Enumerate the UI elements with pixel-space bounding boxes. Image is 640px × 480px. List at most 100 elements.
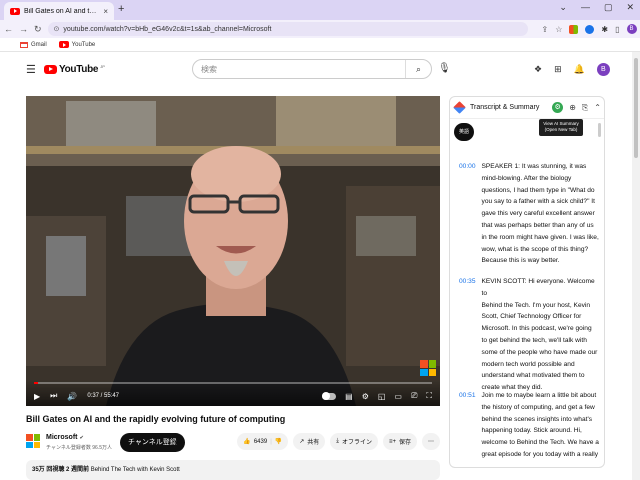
youtube-icon bbox=[58, 41, 69, 48]
address-bar[interactable]: ⊙ youtube.com/watch?v=bHb_eG46v2c&t=1s&a… bbox=[47, 22, 528, 36]
minimize-icon[interactable]: — bbox=[581, 2, 590, 13]
share-button[interactable]: ↗ 共有 bbox=[293, 433, 326, 450]
collapse-chevron-icon[interactable]: ⌃ bbox=[594, 103, 601, 112]
transcript-segment[interactable]: 00:51 Join me to maybe learn a little bi… bbox=[459, 390, 599, 462]
more-actions-button[interactable]: ⋯ bbox=[422, 433, 440, 450]
browser-tab-strip: Bill Gates on AI and the rapidly evolvi … bbox=[0, 0, 640, 20]
channel-avatar[interactable] bbox=[26, 434, 40, 448]
video-frame-illustration bbox=[26, 96, 440, 406]
transcript-panel-title: Transcript & Summary bbox=[470, 104, 540, 111]
segment-text: SPEAKER 1: It was stunning, it was mind-… bbox=[481, 163, 599, 265]
view-count-date: 35万 回視聴 2 週間前 bbox=[32, 467, 90, 473]
copy-transcript-icon[interactable]: ⎘ bbox=[582, 103, 588, 113]
site-info-icon[interactable]: ⊙ bbox=[54, 25, 60, 33]
thumbs-up-icon: 👍 bbox=[243, 439, 251, 445]
ai-summary-icon[interactable]: ⚙ bbox=[552, 102, 564, 113]
miniplayer-icon[interactable]: ◱ bbox=[378, 392, 386, 401]
youtube-header: ☰ YouTube JP 検索 ⌕ 🎙 ❖ ⊞ 🔔 B bbox=[0, 54, 640, 86]
header-actions: ❖ ⊞ 🔔 B bbox=[534, 63, 610, 76]
window-controls: ⌄ — ▢ ✕ bbox=[559, 2, 634, 13]
autoplay-toggle[interactable] bbox=[322, 391, 337, 400]
notifications-icon[interactable]: 🔔 bbox=[574, 64, 585, 75]
time-display: 0:37 / 55:47 bbox=[87, 393, 120, 399]
description-box[interactable]: 35万 回視聴 2 週間前 Behind The Tech with Kevin… bbox=[26, 460, 440, 480]
jump-to-current-icon[interactable]: ⊕ bbox=[569, 103, 576, 112]
progress-bar[interactable] bbox=[34, 382, 432, 384]
download-button[interactable]: ⤓ オフライン bbox=[330, 433, 378, 450]
subscriber-count: チャンネル登録者数 96.5万人 bbox=[46, 445, 112, 451]
page-scrollbar-thumb[interactable] bbox=[634, 58, 638, 158]
bookmark-gmail[interactable]: Gmail bbox=[20, 41, 47, 48]
cast-icon[interactable]: ⎚ bbox=[411, 391, 417, 401]
maximize-icon[interactable]: ▢ bbox=[604, 2, 613, 13]
save-button[interactable]: ≡+ 保存 bbox=[382, 433, 417, 450]
browser-toolbar: ← → ↻ ⊙ youtube.com/watch?v=bHb_eG46v2c&… bbox=[0, 20, 640, 38]
bookmarks-bar: Gmail YouTube bbox=[0, 38, 640, 52]
new-tab-icon[interactable]: + bbox=[118, 3, 124, 15]
extension-gemini-icon[interactable] bbox=[585, 24, 595, 34]
segment-timestamp[interactable]: 00:00 bbox=[459, 161, 476, 267]
transcript-scrollbar[interactable] bbox=[598, 123, 601, 137]
next-icon[interactable]: ⏭ bbox=[50, 391, 57, 401]
gmail-icon bbox=[20, 41, 28, 48]
tab-close-icon[interactable]: × bbox=[103, 7, 108, 16]
bookmark-star-icon[interactable]: ☆ bbox=[555, 25, 562, 34]
tab-title: Bill Gates on AI and the rapidly evolvi bbox=[24, 7, 99, 15]
create-icon[interactable]: ⊞ bbox=[554, 64, 562, 75]
account-avatar[interactable]: B bbox=[596, 63, 610, 76]
settings-gear-icon[interactable]: ⚙ bbox=[362, 392, 369, 401]
volume-icon[interactable]: 🔊 bbox=[67, 392, 77, 401]
tab-search-icon[interactable]: ⌄ bbox=[559, 2, 567, 13]
like-button[interactable]: 👍 6439 | 👎 bbox=[237, 433, 289, 450]
youtube-favicon-icon bbox=[10, 7, 20, 15]
channel-row: Microsoft ✔ チャンネル登録者数 96.5万人 チャンネル登録 ≡+ … bbox=[26, 432, 440, 456]
thumbs-down-icon[interactable]: 👎 bbox=[275, 438, 282, 445]
url-text: youtube.com/watch?v=bHb_eG46v2c&t=1s&ab_… bbox=[63, 25, 272, 33]
video-actions: 👍 6439 | 👎 ↗ 共有 ⤓ オフライン ≡+ 保存 ⋯ bbox=[237, 433, 440, 450]
youtube-logo-text: YouTube bbox=[59, 64, 99, 75]
download-icon: ⤓ bbox=[336, 438, 339, 444]
segment-text: Join me to maybe learn a little bit abou… bbox=[481, 392, 599, 458]
subtitles-icon[interactable]: ▤ bbox=[345, 392, 353, 401]
segment-timestamp[interactable]: 00:35 bbox=[459, 276, 476, 394]
theater-mode-icon[interactable]: ▭ bbox=[394, 392, 402, 401]
transcript-segment[interactable]: 00:35 KEVIN SCOTT: Hi everyone. Welcome … bbox=[459, 276, 599, 394]
reload-icon[interactable]: ↻ bbox=[34, 24, 42, 35]
segment-timestamp[interactable]: 00:51 bbox=[459, 390, 476, 462]
extension-leaf-icon[interactable]: ❖ bbox=[534, 64, 542, 75]
transcript-panel-header: Transcript & Summary ⚙ ⊕ ⎘ ⌃ bbox=[450, 97, 604, 119]
video-title: Bill Gates on AI and the rapidly evolvin… bbox=[26, 414, 286, 424]
search-icon[interactable]: ⌕ bbox=[405, 60, 431, 78]
description-snippet: Behind The Tech with Kevin Scott bbox=[90, 467, 180, 473]
bookmark-youtube[interactable]: YouTube bbox=[58, 41, 95, 48]
video-player[interactable]: ▶ ⏭ 🔊 0:37 / 55:47 ▤ ⚙ ◱ ▭ ⎚ ⛶ bbox=[26, 96, 440, 406]
verified-icon: ✔ bbox=[79, 435, 84, 441]
forward-icon[interactable]: → bbox=[19, 24, 28, 34]
play-icon[interactable]: ▶ bbox=[34, 392, 40, 401]
sidepanel-icon[interactable]: ▯ bbox=[615, 25, 619, 34]
control-row: ▶ ⏭ 🔊 0:37 / 55:47 ▤ ⚙ ◱ ▭ ⎚ ⛶ bbox=[34, 391, 432, 401]
extension-logo-icon bbox=[453, 101, 466, 114]
player-controls: ▶ ⏭ 🔊 0:37 / 55:47 ▤ ⚙ ◱ ▭ ⎚ ⛶ bbox=[26, 380, 440, 406]
search-input[interactable]: 検索 ⌕ bbox=[192, 59, 432, 79]
extensions-puzzle-icon[interactable]: ✱ bbox=[601, 25, 608, 34]
profile-avatar-icon[interactable]: B bbox=[626, 24, 637, 34]
voice-search-icon[interactable]: 🎙 bbox=[438, 63, 451, 74]
youtube-logo[interactable]: YouTube JP bbox=[44, 64, 105, 75]
menu-icon[interactable]: ☰ bbox=[26, 63, 36, 76]
youtube-logo-icon bbox=[44, 65, 57, 74]
control-right: ▤ ⚙ ◱ ▭ ⎚ ⛶ bbox=[322, 391, 432, 401]
extension-ms-icon[interactable] bbox=[569, 24, 579, 34]
back-icon[interactable]: ← bbox=[4, 24, 13, 34]
channel-name[interactable]: Microsoft ✔ bbox=[46, 434, 84, 441]
playlist-add-icon[interactable]: ≡+ bbox=[174, 438, 183, 447]
language-button[interactable]: 英語 bbox=[454, 123, 474, 141]
microsoft-watermark-icon bbox=[420, 360, 436, 376]
close-window-icon[interactable]: ✕ bbox=[626, 2, 634, 13]
share-icon[interactable]: ⇪ bbox=[542, 25, 549, 34]
transcript-segment[interactable]: 00:00 SPEAKER 1: It was stunning, it was… bbox=[459, 161, 599, 267]
fullscreen-icon[interactable]: ⛶ bbox=[426, 391, 432, 401]
share-arrow-icon: ↗ bbox=[299, 439, 305, 445]
page-scrollbar[interactable] bbox=[632, 52, 640, 480]
browser-tab[interactable]: Bill Gates on AI and the rapidly evolvi … bbox=[4, 2, 114, 20]
